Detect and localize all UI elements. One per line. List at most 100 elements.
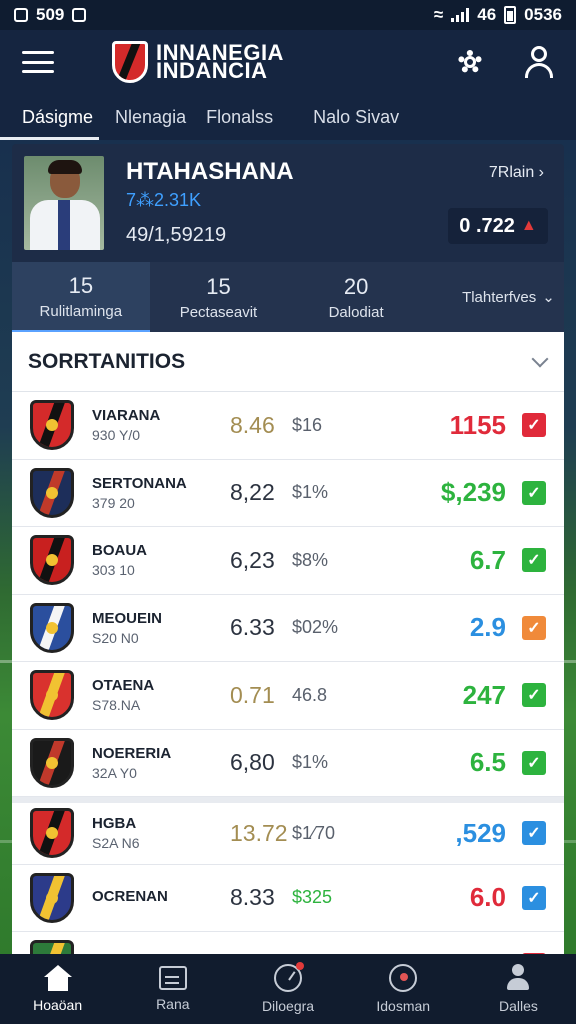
nav-clock[interactable]: Diloegra — [230, 954, 345, 1024]
odds-value: 8,22 — [230, 479, 275, 506]
team-name: SERTONANA — [92, 474, 187, 492]
list-item[interactable]: VIARANA 930 Y/0 8.46 $16 1155 ✓ — [12, 392, 564, 460]
player-subtitle: 7⁂2.31K — [126, 190, 202, 210]
checkbox[interactable]: ✓ — [522, 480, 546, 505]
list-item[interactable]: SERTONANA 379 20 8,22 $1% $,239 ✓ — [12, 459, 564, 527]
nav-label: Hoaöan — [33, 997, 83, 1013]
tab-3[interactable]: Nalo Sivav — [307, 94, 405, 140]
check-icon: ✓ — [527, 754, 541, 772]
percent-value: $1% — [292, 752, 329, 773]
notification-icon — [14, 8, 28, 22]
nav-board[interactable]: Rana — [115, 954, 230, 1024]
stat-tab-dropdown[interactable]: Tlahterfves ⌄ — [453, 262, 564, 332]
tab-0[interactable]: Dásigme — [0, 94, 100, 140]
list-item[interactable]: SOCUNIR✓ — [12, 932, 564, 954]
user-icon[interactable] — [524, 46, 554, 78]
player-filter-dropdown[interactable]: 7Rlain › — [489, 164, 544, 182]
board-icon — [158, 966, 187, 990]
menu-icon[interactable] — [22, 51, 54, 73]
list-item[interactable]: OTAENA S78.NA 0.71 46.8 247 ✓ — [12, 662, 564, 730]
chevron-down-icon: ⌄ — [542, 289, 555, 306]
network-label: 46 — [477, 5, 497, 24]
team-code: 379 20 — [92, 494, 135, 511]
result-value: 1155 — [449, 409, 506, 440]
team-crest-icon — [30, 400, 74, 451]
team-code: S2A N6 — [92, 835, 140, 852]
odds-list: SORRTANITIOS VIARANA 930 Y/0 8.46 $16 1155 ✓ S… — [12, 332, 564, 954]
stat-tabs: 15 Rulitlaminga 15 Pectaseavit 20 Dalodi… — [12, 262, 564, 332]
nav-label: Rana — [156, 996, 190, 1012]
team-crest-icon — [30, 737, 74, 788]
checkbox[interactable]: ✓ — [522, 548, 546, 573]
result-value: 6.7 — [469, 544, 506, 575]
team-name: MEOUEIN — [92, 609, 163, 627]
gear-icon[interactable] — [454, 46, 486, 78]
stat-label: Dalodiat — [328, 303, 384, 321]
odds-value: 13.72 — [230, 819, 288, 846]
odds-value: 6,23 — [230, 546, 275, 573]
team-crest-icon — [30, 535, 74, 586]
team-name: NOERERIA — [92, 744, 172, 762]
checkbox[interactable]: ✓ — [522, 885, 546, 910]
status-clock: 0536 — [524, 5, 562, 24]
checkbox[interactable]: ✓ — [522, 413, 546, 438]
stat-tab-1[interactable]: 15 Pectaseavit — [150, 262, 288, 332]
check-icon: ✓ — [527, 484, 541, 502]
player-card[interactable]: HTAHASHANA 7⁂2.31K 49/1,59219 7Rlain › 0… — [12, 144, 564, 262]
bottom-nav: Hoaöan Rana Diloegra Idosman Dalles — [0, 954, 576, 1024]
team-crest-icon — [30, 602, 74, 653]
list-item[interactable]: MEOUEIN S20 N0 6.33 $02% 2.9 ✓ — [12, 594, 564, 662]
stat-label: Rulitlaminga — [39, 302, 123, 320]
team-code: 303 10 — [92, 562, 135, 579]
result-value: 2.9 — [469, 612, 506, 643]
checkbox[interactable]: ✓ — [522, 821, 546, 846]
stat-tab-0[interactable]: 15 Rulitlaminga — [12, 262, 150, 332]
checkbox[interactable]: ✓ — [522, 615, 546, 640]
score-value: 0 .722 — [459, 214, 515, 237]
logo-line-2: INDANCIA — [156, 58, 268, 83]
check-icon: ✓ — [527, 552, 541, 570]
nav-label: Dalles — [498, 998, 538, 1014]
odds-value: 6,80 — [230, 749, 275, 776]
clock-icon — [274, 962, 304, 992]
result-value: 247 — [462, 679, 506, 710]
team-crest-icon — [30, 940, 74, 954]
stat-tab-2[interactable]: 20 Dalodiat — [287, 262, 425, 332]
percent-value: 46.8 — [292, 684, 328, 705]
team-code: 32A Y0 — [92, 764, 137, 781]
percent-value: $1⁄70 — [292, 822, 336, 843]
logo-shield-icon — [112, 41, 148, 83]
nav-pin[interactable]: Idosman — [346, 954, 461, 1024]
list-title: SORRTANITIOS — [28, 349, 186, 373]
nav-profile[interactable]: Dalles — [461, 954, 576, 1024]
fire-icon: ▲ — [520, 217, 537, 234]
team-crest-icon — [30, 467, 74, 518]
signal-icon — [451, 8, 470, 22]
player-name: HTAHASHANA — [126, 158, 294, 185]
result-value: 6.5 — [469, 747, 506, 778]
nav-label: Idosman — [376, 998, 431, 1014]
checkbox[interactable]: ✓ — [522, 683, 546, 708]
nav-home[interactable]: Hoaöan — [0, 954, 115, 1024]
list-item[interactable]: HGBA S2A N6 13.72 $1⁄70 ,529 ✓ — [12, 797, 564, 865]
player-filter-label: 7Rlain — [488, 164, 535, 181]
list-item[interactable]: OCRENAN 8.33 $325 6.0 ✓ — [12, 864, 564, 932]
chevron-down-icon[interactable] — [531, 350, 549, 367]
checkbox[interactable]: ✓ — [522, 750, 546, 775]
odds-value: 6.33 — [230, 614, 275, 641]
tab-bar: Dásigme Nlenagia Flonalss Nalo Sivav — [0, 94, 576, 140]
team-code: S78.NA — [92, 697, 141, 714]
status-time: 509 — [36, 5, 65, 24]
check-icon: ✓ — [527, 687, 541, 705]
tab-1[interactable]: Nlenagia — [109, 94, 192, 140]
list-item[interactable]: BOAUA 303 10 6,23 $8% 6.7 ✓ — [12, 527, 564, 595]
list-header: SORRTANITIOS — [12, 332, 564, 392]
team-name: OCRENAN — [92, 887, 168, 905]
stat-number: 15 — [206, 273, 231, 299]
status-bar: 509 ≈ 46 0536 — [0, 0, 576, 30]
team-name: HGBA — [92, 815, 137, 833]
tab-2[interactable]: Flonalss — [200, 94, 279, 140]
stat-label: Pectaseavit — [179, 303, 258, 321]
list-item[interactable]: NOERERIA 32A Y0 6,80 $1% 6.5 ✓ — [12, 729, 564, 797]
percent-value: $325 — [292, 887, 333, 908]
